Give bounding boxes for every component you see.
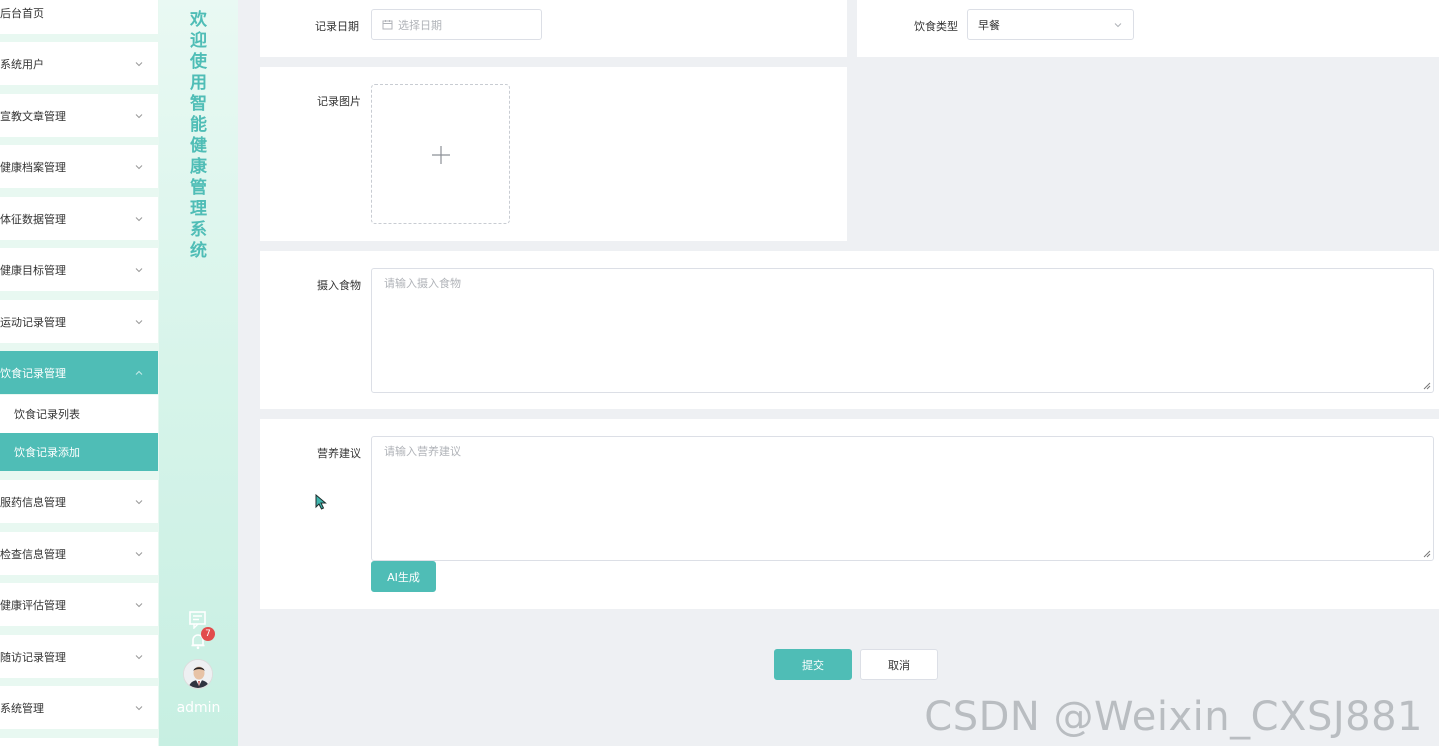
welcome-char: 用: [190, 73, 207, 93]
plus-icon: [432, 146, 450, 164]
sidebar-item-health-assessment[interactable]: 健康评估管理: [0, 583, 158, 626]
chevron-down-icon: [135, 705, 143, 710]
sidebar-item-label: 宣教文章管理: [0, 109, 66, 123]
welcome-char: 使: [190, 52, 207, 72]
sidebar-item-exercise-records[interactable]: 运动记录管理: [0, 300, 158, 343]
sidebar-item-home[interactable]: 后台首页: [0, 0, 158, 34]
sidebar-item-label: 系统用户: [0, 57, 44, 71]
chevron-down-icon: [135, 216, 143, 221]
submenu-item-diet-list[interactable]: 饮食记录列表: [0, 395, 158, 433]
submenu-item-label: 饮食记录添加: [14, 446, 80, 459]
sidebar-item-health-goals[interactable]: 健康目标管理: [0, 248, 158, 291]
welcome-char: 系: [190, 220, 207, 240]
main-content: 记录日期 选择日期 饮食类型 早餐 记录图片 摄入食物 请输入摄入食物 营养建议…: [238, 0, 1439, 746]
sidebar-item-system-users[interactable]: 系统用户: [0, 42, 158, 85]
sidebar-item-vital-signs[interactable]: 体征数据管理: [0, 197, 158, 240]
chevron-up-icon: [135, 370, 143, 375]
avatar-image: [184, 660, 212, 688]
notification-badge: 7: [201, 627, 215, 641]
chevron-down-icon: [135, 164, 143, 169]
sidebar-item-medication[interactable]: 服药信息管理: [0, 480, 158, 523]
record-date-card: 记录日期 选择日期: [260, 0, 847, 57]
sidebar-item-label: 随访记录管理: [0, 650, 66, 664]
chevron-down-icon: [135, 267, 143, 272]
sidebar-item-health-records[interactable]: 健康档案管理: [0, 145, 158, 188]
record-date-label: 记录日期: [315, 20, 359, 33]
sidebar-item-follow-ups[interactable]: 随访记录管理: [0, 635, 158, 678]
cancel-button[interactable]: 取消: [860, 649, 938, 680]
food-intake-textarea[interactable]: 请输入摄入食物: [371, 268, 1434, 393]
calendar-icon: [382, 20, 393, 30]
welcome-char: 智: [190, 94, 207, 114]
sidebar-item-label: 运动记录管理: [0, 315, 66, 329]
sidebar-item-label: 健康目标管理: [0, 263, 66, 277]
welcome-char: 管: [190, 178, 207, 198]
submenu-item-diet-add[interactable]: 饮食记录添加: [0, 433, 158, 471]
resize-handle-icon[interactable]: [1423, 550, 1431, 558]
welcome-char: 统: [190, 241, 207, 261]
sidebar-item-articles[interactable]: 宣教文章管理: [0, 94, 158, 137]
nutrition-advice-card: 营养建议 请输入营养建议 AI生成: [260, 419, 1439, 609]
submit-button[interactable]: 提交: [774, 649, 852, 680]
sidebar-item-label: 健康评估管理: [0, 598, 66, 612]
mouse-cursor-icon: [315, 494, 327, 510]
username: admin: [176, 700, 221, 716]
diet-type-card: 饮食类型 早餐: [857, 0, 1439, 57]
food-intake-placeholder: 请输入摄入食物: [384, 277, 461, 290]
chevron-down-icon: [135, 499, 143, 504]
diet-type-label: 饮食类型: [914, 20, 958, 33]
watermark: CSDN @Weixin_CXSJ881: [924, 694, 1423, 740]
sidebar-item-label: 后台首页: [0, 7, 44, 20]
chevron-down-icon: [135, 551, 143, 556]
sidebar-item-label: 服药信息管理: [0, 495, 66, 509]
chevron-down-icon: [135, 319, 143, 324]
sidebar-item-system-management[interactable]: 系统管理: [0, 686, 158, 729]
sidebar-item-examinations[interactable]: 检查信息管理: [0, 532, 158, 575]
nutrition-advice-textarea[interactable]: 请输入营养建议: [371, 436, 1434, 561]
resize-handle-icon[interactable]: [1423, 382, 1431, 390]
welcome-char: 能: [190, 115, 207, 135]
diet-type-value: 早餐: [978, 18, 1000, 32]
chevron-down-icon: [1114, 23, 1122, 28]
chevron-down-icon: [135, 602, 143, 607]
chevron-down-icon: [135, 61, 143, 66]
welcome-title: 欢 迎 使 用 智 能 健 康 管 理 系 统: [159, 10, 238, 262]
record-image-card: 记录图片: [260, 67, 847, 241]
avatar[interactable]: [183, 659, 213, 689]
nutrition-advice-placeholder: 请输入营养建议: [384, 445, 461, 458]
sidebar-item-label: 健康档案管理: [0, 160, 66, 174]
welcome-char: 理: [190, 199, 207, 219]
record-image-label: 记录图片: [317, 95, 361, 108]
welcome-char: 健: [190, 136, 207, 156]
welcome-char: 迎: [190, 31, 207, 51]
welcome-panel: 欢 迎 使 用 智 能 健 康 管 理 系 统 7 admin: [159, 0, 238, 746]
food-intake-label: 摄入食物: [317, 279, 361, 292]
record-date-placeholder: 选择日期: [398, 18, 442, 32]
sidebar-item-label: 体征数据管理: [0, 212, 66, 226]
sidebar-item-diet-records[interactable]: 饮食记录管理: [0, 351, 158, 394]
sidebar-item-partial: [0, 738, 158, 746]
chevron-down-icon: [135, 113, 143, 118]
food-intake-card: 摄入食物 请输入摄入食物: [260, 251, 1439, 409]
diet-type-select[interactable]: 早餐: [967, 9, 1134, 40]
welcome-char: 欢: [190, 10, 207, 30]
ai-generate-button[interactable]: AI生成: [371, 561, 436, 592]
image-upload-box[interactable]: [371, 84, 510, 224]
welcome-char: 康: [190, 157, 207, 177]
sidebar-item-label: 检查信息管理: [0, 547, 66, 561]
record-date-picker[interactable]: 选择日期: [371, 9, 542, 40]
sidebar-item-label: 饮食记录管理: [0, 366, 66, 380]
nutrition-advice-label: 营养建议: [317, 447, 361, 460]
sidebar-item-label: 系统管理: [0, 701, 44, 715]
submenu-item-label: 饮食记录列表: [14, 408, 80, 421]
sidebar-menu: 后台首页 系统用户 宣教文章管理 健康档案管理 体征数据管理 健康目标管理 运动…: [0, 0, 159, 746]
chevron-down-icon: [135, 654, 143, 659]
